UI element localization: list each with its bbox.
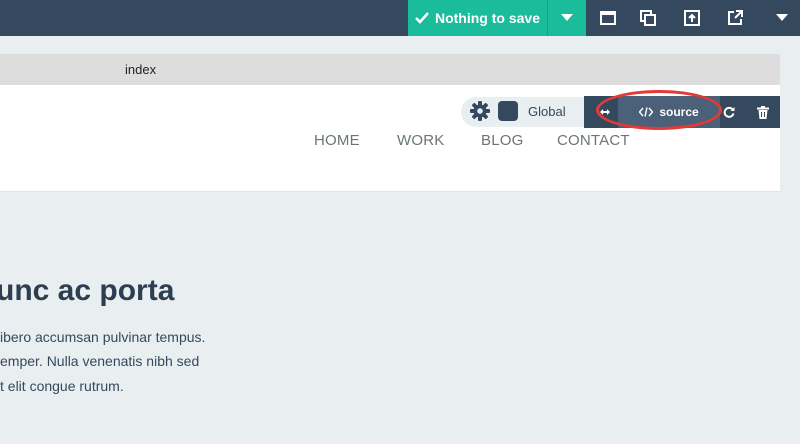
- main-menu-button[interactable]: [764, 0, 800, 36]
- tab-index[interactable]: index: [125, 62, 156, 77]
- upload-icon: [684, 10, 700, 26]
- save-button-label: Nothing to save: [434, 10, 540, 26]
- nav-item-work[interactable]: WORK: [397, 132, 444, 149]
- highlight-annotation: [596, 90, 722, 130]
- check-icon: [415, 12, 429, 24]
- refresh-icon: [723, 106, 735, 118]
- menu-caret-icon: [776, 14, 788, 21]
- export-button[interactable]: [674, 0, 710, 36]
- window-icon: [600, 11, 616, 25]
- reload-block-button[interactable]: [720, 96, 738, 128]
- nav-item-home[interactable]: HOME: [314, 132, 360, 149]
- caret-down-icon: [561, 14, 573, 21]
- nav-item-blog[interactable]: BLOG: [481, 132, 523, 149]
- preview-window-button[interactable]: [590, 0, 626, 36]
- trash-icon: [757, 105, 769, 119]
- duplicate-icon: [640, 10, 656, 26]
- external-link-icon: [728, 10, 743, 25]
- page-tab-strip: index: [0, 54, 780, 85]
- section-heading: unc ac porta: [0, 274, 175, 307]
- body-text-line: emper. Nulla venenatis nibh sed: [0, 353, 200, 369]
- open-external-button[interactable]: [717, 0, 753, 36]
- global-label: Global: [528, 104, 566, 119]
- save-button[interactable]: Nothing to save: [408, 0, 547, 36]
- body-text-line: t elit congue rutrum.: [0, 378, 124, 394]
- body-text-line: ibero accumsan pulvinar tempus.: [0, 329, 206, 345]
- save-options-dropdown[interactable]: [547, 0, 586, 36]
- duplicate-button[interactable]: [630, 0, 666, 36]
- nav-item-contact[interactable]: CONTACT: [557, 132, 630, 149]
- gear-icon[interactable]: [469, 100, 491, 122]
- delete-block-button[interactable]: [754, 96, 772, 128]
- global-checkbox[interactable]: [498, 101, 518, 121]
